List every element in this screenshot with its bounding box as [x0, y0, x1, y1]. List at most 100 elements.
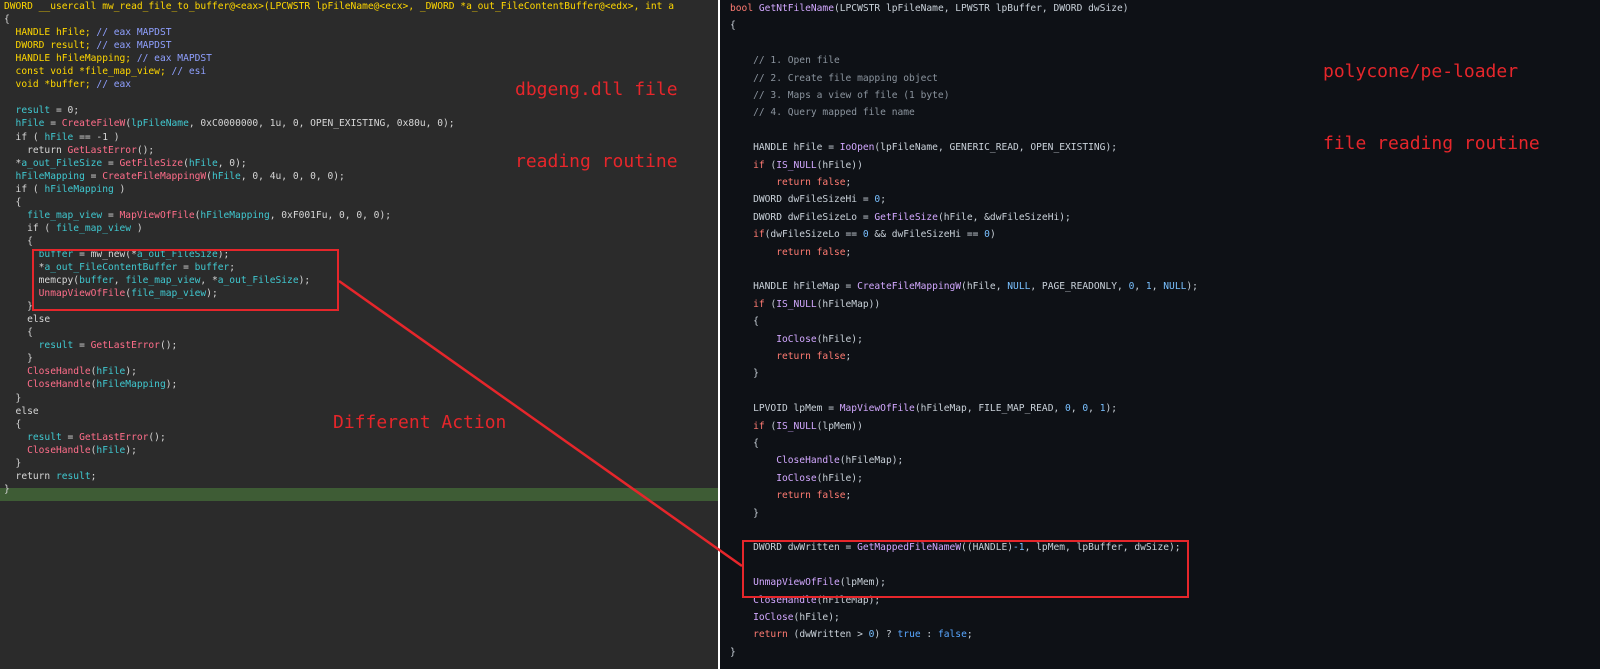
code-token: (lpFileName, GENERIC_READ, OPEN_EXISTING… — [874, 142, 1117, 154]
code-token: if — [730, 229, 765, 241]
left-code-line: result = GetLastError(); — [4, 339, 178, 352]
code-token: : — [920, 629, 938, 641]
left-code-line: void *buffer; // eax — [4, 78, 132, 91]
left-highlight-box — [32, 249, 339, 311]
left-code-line: { — [4, 326, 33, 339]
code-token: { — [4, 327, 33, 339]
code-token: ; — [966, 629, 973, 641]
code-token: { — [4, 235, 33, 247]
code-token: DWORD __usercall mw_read_file_to_buffer@… — [4, 1, 675, 12]
right-code-line: if (IS_NULL(hFile)) — [730, 157, 863, 174]
code-token: result — [4, 105, 51, 117]
code-token: GetFileSize — [119, 157, 184, 169]
code-token: return — [4, 144, 68, 156]
right-annotation-line-2: file reading routine — [1323, 133, 1540, 154]
code-token: , 0); — [217, 157, 247, 169]
code-token: HANDLE hFile; — [4, 27, 97, 39]
code-token: else — [4, 405, 39, 417]
code-token: // eax — [96, 79, 132, 91]
code-token: ); — [125, 366, 137, 378]
left-code-line: DWORD __usercall mw_read_file_to_buffer@… — [4, 0, 674, 13]
code-token: return — [730, 629, 794, 641]
code-token: , — [1088, 403, 1100, 415]
code-token: (hFileMap)) — [816, 298, 881, 310]
code-token: = — [44, 118, 62, 130]
code-token: CreateFileMappingW — [857, 281, 962, 293]
code-token: = — [61, 431, 80, 443]
left-code-line: const void *file_map_view; // esi — [4, 65, 207, 78]
code-token: (hFile, &dwFileSizeHi); — [937, 211, 1071, 223]
left-code-line: *a_out_FileSize = GetFileSize(hFile, 0); — [4, 157, 247, 170]
left-pane-annotation-title: dbgeng.dll file reading routine — [515, 30, 678, 198]
left-code-line: } — [4, 352, 33, 365]
code-token: true — [897, 629, 921, 641]
code-token: return false — [730, 351, 846, 362]
code-token: return — [4, 470, 56, 482]
right-code-line: return false; — [730, 487, 851, 504]
code-token: return false — [730, 490, 846, 502]
code-token: DWORD dwFileSizeHi = — [730, 194, 875, 206]
left-code-line: } — [4, 300, 33, 313]
right-code-line: // 1. Open file — [730, 52, 840, 69]
right-highlight-box — [742, 540, 1189, 598]
code-token: = 0; — [50, 105, 80, 117]
code-token: ) — [989, 229, 996, 241]
code-token: { — [4, 14, 10, 26]
code-token: (lpMem)) — [816, 420, 863, 432]
code-token: // 3. Maps a view of file (1 byte) — [730, 90, 950, 101]
code-token: (); — [159, 340, 178, 352]
code-token: } — [4, 353, 33, 365]
code-token: result — [4, 431, 62, 443]
code-token: lpFileName — [131, 118, 189, 130]
code-token: ); — [125, 444, 137, 456]
code-token: { — [730, 316, 759, 328]
code-token: , PAGE_READONLY, — [1030, 281, 1129, 293]
code-token: IoClose — [730, 612, 794, 623]
right-code-line: { — [730, 435, 759, 452]
code-token: CloseHandle — [4, 444, 91, 456]
code-token: } — [730, 507, 759, 519]
right-code-line: if(dwFileSizeLo == 0 && dwFileSizeHi == … — [730, 226, 996, 243]
code-token: = — [84, 170, 103, 182]
code-token: a_out_FileSize — [21, 157, 103, 169]
code-token: (hFile); — [816, 472, 863, 484]
right-code-line: IoClose(hFile); — [730, 609, 840, 626]
code-token: false — [937, 629, 967, 641]
code-token: else — [4, 314, 51, 326]
code-token: , — [1151, 281, 1164, 293]
code-token: CloseHandle — [4, 366, 91, 378]
left-code-line: HANDLE hFile; // eax MAPDST — [4, 26, 172, 39]
code-token: LPVOID lpMem = — [730, 403, 840, 415]
code-token: = — [102, 157, 120, 169]
code-token: , — [1134, 281, 1146, 293]
code-token: } — [730, 646, 736, 658]
right-code-line: if (IS_NULL(hFileMap)) — [730, 296, 880, 313]
left-code-line: CloseHandle(hFile); — [4, 365, 137, 378]
code-token: ); — [165, 379, 178, 391]
code-token: hFileMapping — [4, 170, 85, 182]
code-token: { — [4, 196, 22, 208]
code-token: GetFileSize — [874, 211, 938, 223]
code-token: // 4. Query mapped file name — [730, 107, 915, 119]
code-token: // eax MAPDST — [136, 53, 212, 65]
code-token: if — [730, 298, 771, 310]
code-token: hFile — [44, 131, 74, 143]
code-token: // 1. Open file — [730, 55, 840, 67]
left-code-line: if ( file_map_view ) — [4, 222, 143, 235]
right-code-line: } — [730, 505, 759, 522]
code-token: MapViewOfFile — [119, 209, 195, 221]
code-token: CreateFileMappingW — [102, 170, 207, 182]
code-token: && dwFileSizeHi == — [868, 229, 985, 241]
code-token: if ( — [4, 222, 56, 234]
left-code-line: else — [4, 405, 39, 418]
right-code-line: HANDLE hFileMap = CreateFileMappingW(hFi… — [730, 278, 1198, 295]
right-code-line: return false; — [730, 244, 851, 261]
left-code-line: if ( hFile == -1 ) — [4, 131, 120, 144]
right-code-line: return false; — [730, 174, 851, 191]
left-code-line: return GetLastError(); — [4, 144, 154, 157]
code-token: } — [4, 457, 22, 469]
right-code-line: return (dwWritten > 0) ? true : false; — [730, 626, 973, 643]
code-token: hFile — [96, 366, 126, 378]
left-annotation-line-2: reading routine — [515, 151, 678, 172]
code-token: ; — [90, 470, 97, 482]
